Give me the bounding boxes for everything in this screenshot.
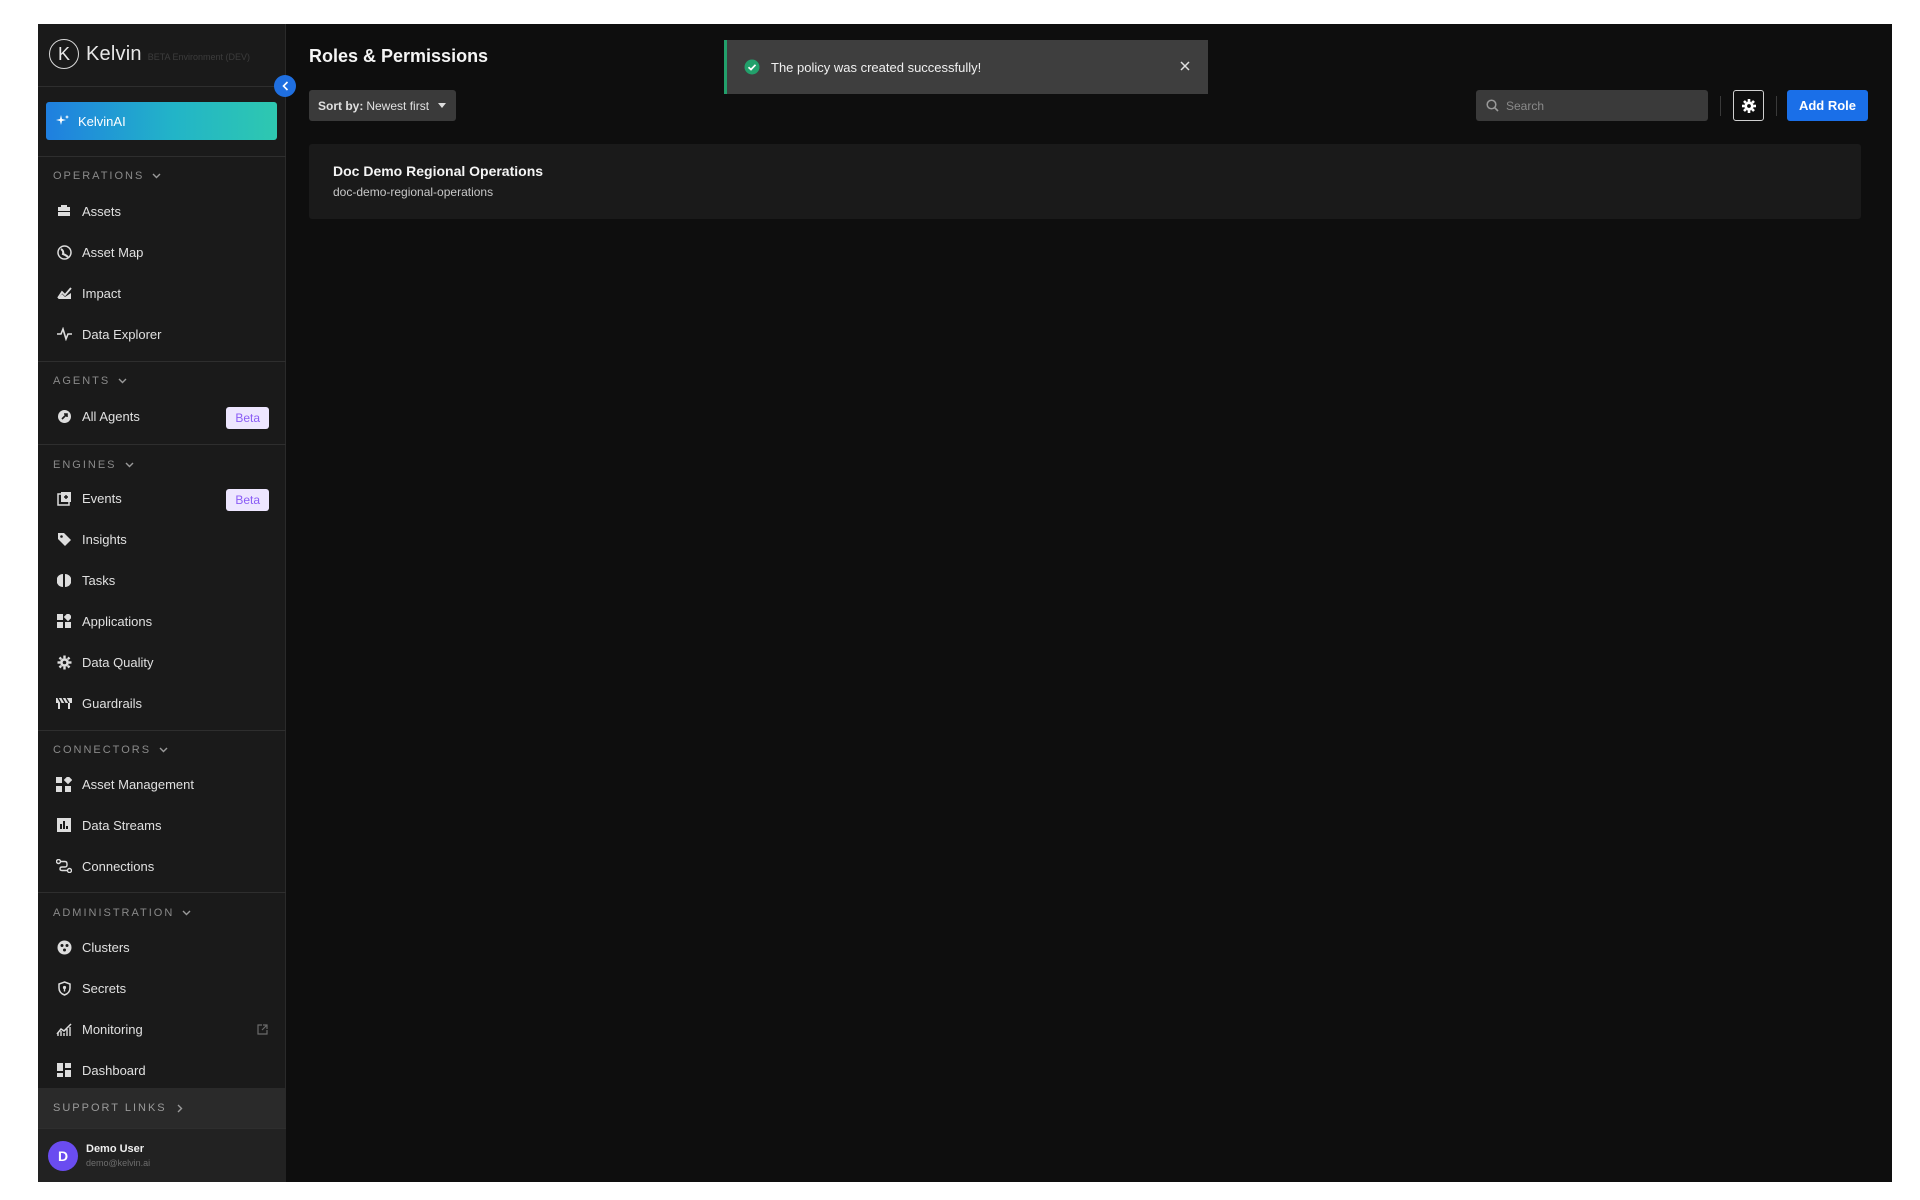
sidebar-item-connections[interactable]: Connections <box>38 849 286 883</box>
chevron-down-icon <box>118 378 127 384</box>
role-name: Doc Demo Regional Operations <box>333 163 544 179</box>
globe-icon <box>56 244 72 260</box>
app-window: K Kelvin BETA Environment (DEV) KelvinAI… <box>38 24 1892 1182</box>
search-box[interactable] <box>1476 90 1708 121</box>
data-quality-icon <box>56 654 72 670</box>
chevron-down-icon <box>152 173 161 179</box>
chevron-right-icon <box>177 1104 183 1112</box>
toast-message: The policy was created successfully! <box>771 59 982 75</box>
tasks-icon <box>56 572 72 588</box>
success-toast: The policy was created successfully! <box>724 40 1208 94</box>
connections-icon <box>56 858 72 874</box>
add-role-button[interactable]: Add Role <box>1787 90 1868 121</box>
sidebar-item-events[interactable]: Events Beta <box>38 481 286 515</box>
role-card[interactable]: Doc Demo Regional Operations doc-demo-re… <box>309 144 1861 219</box>
settings-button[interactable] <box>1733 90 1764 121</box>
sidebar-item-guardrails[interactable]: Guardrails <box>38 686 286 720</box>
kelvin-logo-icon: K <box>49 39 79 69</box>
sparkle-icon <box>56 115 69 125</box>
gear-icon <box>1741 98 1756 113</box>
divider <box>1720 96 1721 116</box>
beta-badge: Beta <box>226 489 269 511</box>
section-header-agents[interactable]: AGENTS <box>53 375 127 387</box>
brand-name: Kelvin <box>86 42 142 65</box>
sidebar-item-clusters[interactable]: Clusters <box>38 930 286 964</box>
sidebar-item-tasks[interactable]: Tasks <box>38 563 286 597</box>
section-header-administration[interactable]: ADMINISTRATION <box>53 907 191 919</box>
sidebar-item-all-agents[interactable]: All Agents Beta <box>38 399 286 433</box>
sidebar-item-asset-map[interactable]: Asset Map <box>38 235 286 269</box>
collapse-sidebar-button[interactable] <box>274 75 296 97</box>
section-header-engines[interactable]: ENGINES <box>53 459 134 471</box>
clusters-icon <box>56 939 72 955</box>
beta-badge: Beta <box>226 407 269 429</box>
sidebar-item-data-quality[interactable]: Data Quality <box>38 645 286 679</box>
caret-down-icon <box>438 103 447 108</box>
shield-icon <box>56 980 72 996</box>
guardrails-icon <box>56 695 72 711</box>
support-links[interactable]: SUPPORT LINKS <box>38 1088 286 1128</box>
divider <box>38 444 286 445</box>
check-circle-icon <box>744 59 760 75</box>
kelvinai-button[interactable]: KelvinAI <box>46 102 277 140</box>
data-streams-icon <box>56 817 72 833</box>
applications-icon <box>56 613 72 629</box>
chevron-down-icon <box>182 910 191 916</box>
divider <box>38 730 286 731</box>
user-profile[interactable]: D Demo User demo@kelvin.ai <box>38 1128 286 1182</box>
close-icon[interactable] <box>1179 59 1191 77</box>
sidebar-item-dashboard[interactable]: Dashboard <box>38 1053 286 1087</box>
dashboard-icon <box>56 1062 72 1078</box>
sort-dropdown[interactable]: Sort by: Newest first <box>309 90 457 121</box>
sidebar-item-data-explorer[interactable]: Data Explorer <box>38 317 286 351</box>
monitoring-icon <box>56 1021 72 1037</box>
sidebar-item-secrets[interactable]: Secrets <box>38 971 286 1005</box>
search-icon <box>1486 99 1499 112</box>
chevron-left-icon <box>281 81 288 91</box>
environment-label: BETA Environment (DEV) <box>147 52 251 62</box>
sidebar-item-data-streams[interactable]: Data Streams <box>38 808 286 842</box>
section-header-operations[interactable]: OPERATIONS <box>53 170 161 182</box>
asset-management-icon <box>56 776 72 792</box>
divider <box>38 361 286 362</box>
role-slug: doc-demo-regional-operations <box>333 185 494 199</box>
pulse-icon <box>56 326 72 342</box>
search-input[interactable] <box>1506 98 1686 113</box>
divider <box>38 892 286 893</box>
user-name: Demo User <box>86 1143 145 1155</box>
sidebar: K Kelvin BETA Environment (DEV) KelvinAI… <box>38 24 286 1182</box>
events-icon <box>56 490 72 506</box>
sidebar-item-monitoring[interactable]: Monitoring <box>38 1012 286 1046</box>
avatar: D <box>48 1140 78 1171</box>
sidebar-item-insights[interactable]: Insights <box>38 522 286 556</box>
external-link-icon <box>257 1023 268 1038</box>
sidebar-item-applications[interactable]: Applications <box>38 604 286 638</box>
section-header-connectors[interactable]: CONNECTORS <box>53 744 168 756</box>
sort-label: Sort by: <box>318 98 364 113</box>
user-email: demo@kelvin.ai <box>86 1158 151 1168</box>
chevron-down-icon <box>159 747 168 753</box>
kelvinai-label: KelvinAI <box>78 113 126 129</box>
divider <box>38 86 286 87</box>
divider <box>38 156 286 157</box>
assets-icon <box>56 203 72 219</box>
brand[interactable]: K Kelvin BETA Environment (DEV) <box>49 38 250 70</box>
divider <box>1776 96 1777 116</box>
main-content: Roles & Permissions Sort by: Newest firs… <box>287 24 1892 1182</box>
sidebar-item-asset-management[interactable]: Asset Management <box>38 767 286 801</box>
impact-icon <box>56 285 72 301</box>
chevron-down-icon <box>125 462 134 468</box>
tag-icon <box>56 531 72 547</box>
sort-value: Newest first <box>366 98 430 113</box>
agent-icon <box>56 408 72 424</box>
sidebar-item-impact[interactable]: Impact <box>38 276 286 310</box>
page-title: Roles & Permissions <box>309 46 489 66</box>
sidebar-item-assets[interactable]: Assets <box>38 194 286 228</box>
